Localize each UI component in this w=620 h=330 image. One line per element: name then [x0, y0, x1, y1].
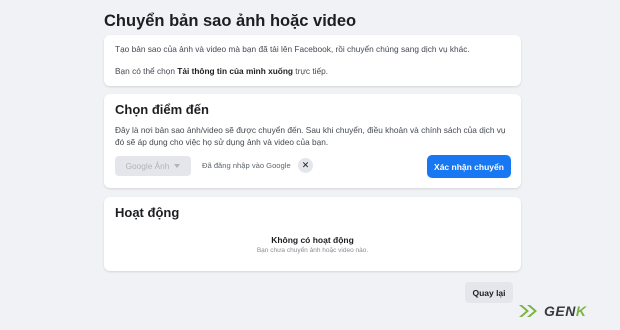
destination-card: Chọn điểm đến Đây là nơi bản sao ảnh/vid… [104, 94, 521, 188]
watermark-brand-prefix: GEN [544, 303, 576, 319]
activity-empty-subtitle: Bạn chưa chuyển ảnh hoặc video nào. [256, 247, 369, 254]
intro-text-suffix: trực tiếp. [292, 66, 329, 76]
destination-description: Đây là nơi bản sao ảnh/video sẽ được chu… [115, 125, 506, 147]
intro-card: Tạo bản sao của ảnh và video mà bạn đã t… [104, 35, 521, 86]
close-icon[interactable]: ✕ [298, 158, 313, 173]
logged-in-status: Đã đăng nhập vào Google [202, 161, 291, 170]
caret-down-icon [174, 164, 181, 168]
intro-text-prefix: Bạn có thể chọn [115, 66, 178, 76]
page-title: Chuyển bản sao ảnh hoặc video [104, 12, 357, 30]
watermark-brand-accent: K [575, 303, 587, 319]
activity-empty-title: Không có hoạt động [271, 235, 354, 245]
destination-row: Google Ảnh Đã đăng nhập vào Google ✕ Xác… [115, 155, 511, 178]
activity-card: Hoạt động Không có hoạt động Bạn chưa ch… [104, 197, 521, 271]
download-info-link[interactable]: Tải thông tin của mình xuống [177, 66, 293, 76]
intro-text-1: Tạo bản sao của ảnh và video mà bạn đã t… [115, 44, 470, 54]
watermark-text: GENK [544, 303, 586, 319]
destination-heading: Chọn điểm đến [115, 102, 209, 117]
double-arrow-icon [519, 305, 537, 317]
back-button[interactable]: Quay lại [465, 282, 513, 303]
activity-heading: Hoạt động [115, 205, 180, 220]
watermark-logo: GENK [519, 303, 586, 319]
destination-select[interactable]: Google Ảnh [115, 156, 191, 176]
intro-text-2: Bạn có thể chọn Tải thông tin của mình x… [115, 66, 510, 77]
destination-select-value: Google Ảnh [125, 161, 170, 171]
confirm-transfer-button[interactable]: Xác nhận chuyển [427, 155, 511, 178]
